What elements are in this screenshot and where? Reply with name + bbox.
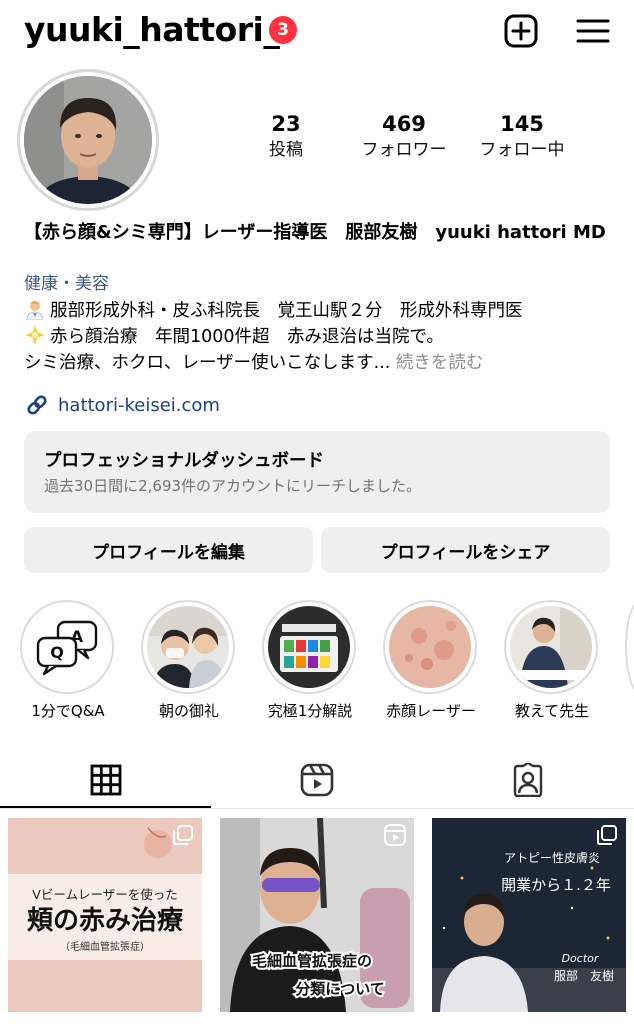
- link-icon: [24, 392, 50, 418]
- followers-count: 469: [382, 112, 426, 136]
- carousel-icon: [173, 825, 193, 845]
- grid-icon: [90, 764, 121, 796]
- bio-line-3-text: シミ治療、ホクロ、レーザー使いこなします...: [24, 353, 391, 373]
- post-2-line2: 分類について: [295, 980, 385, 998]
- post-1-line3: （毛細血管拡張症）: [60, 940, 150, 953]
- website-link[interactable]: hattori-keisei.com: [24, 392, 220, 418]
- highlight-red-face-laser[interactable]: 赤顔レーザー: [383, 600, 479, 720]
- highlight-thumbnail: [389, 606, 471, 688]
- highlight-ultimate[interactable]: 究極1分解説: [262, 600, 358, 720]
- post-2-line1: 毛細血管拡張症の: [252, 952, 372, 970]
- highlight-label: 赤顔レーザー: [386, 702, 476, 720]
- post-thumbnail-3[interactable]: アトピー性皮膚炎 開業から１.２年 Doctor 服部 友樹: [432, 818, 626, 1012]
- highlight-thumbnail: [510, 606, 592, 688]
- profile-header: yuuki_hattori_ 3: [0, 0, 634, 64]
- highlight-ring: [262, 600, 356, 694]
- avatar[interactable]: [24, 76, 152, 204]
- followers-stat[interactable]: 469 フォロワー: [344, 110, 464, 162]
- post-1-line2: 頬の赤み治療: [27, 906, 184, 936]
- highlight-ask-doctor[interactable]: 教えて先生: [504, 600, 600, 720]
- highlight-thumbnail: [268, 606, 350, 688]
- read-more-link[interactable]: 続きを読む: [396, 353, 484, 373]
- followers-label: フォロワー: [361, 140, 447, 160]
- highlight-ring: [383, 600, 477, 694]
- highlight-ring: A Q: [20, 600, 114, 694]
- post-thumbnail-1[interactable]: Vビームレーザーを使った 頬の赤み治療 （毛細血管拡張症）: [8, 818, 202, 1012]
- bio-line-2-text: 赤ら顔治療 年間1000件超 赤み退治は当院で。: [50, 327, 444, 347]
- bio-line-1-text: 服部形成外科・皮ふ科院長 覚王山駅２分 形成外科専門医: [50, 301, 523, 321]
- notification-badge[interactable]: 3: [269, 16, 297, 44]
- dashboard-title: プロフェッショナルダッシュボード: [44, 451, 324, 471]
- doctor-emoji-icon: [24, 298, 46, 321]
- tab-tagged[interactable]: [422, 752, 633, 808]
- highlight-ring: [504, 600, 598, 694]
- post-3-line1: アトピー性皮膚炎: [504, 850, 600, 865]
- highlight-partial[interactable]: [625, 600, 634, 694]
- profile-display-name: 【赤ら顔&シミ専門】レーザー指導医 服部友樹 yuuki hattori MD: [24, 222, 606, 243]
- reels-icon: [300, 763, 333, 797]
- following-stat[interactable]: 145 フォロー中: [462, 110, 582, 162]
- highlight-label: 教えて先生: [514, 702, 590, 720]
- following-count: 145: [500, 112, 544, 136]
- bio-line-1: 服部形成外科・皮ふ科院長 覚王山駅２分 形成外科専門医: [24, 298, 523, 324]
- profile-category[interactable]: 健康・美容: [24, 272, 109, 296]
- plus-square-icon[interactable]: [502, 12, 540, 50]
- carousel-icon: [597, 825, 617, 845]
- tab-divider: [0, 808, 634, 809]
- following-label: フォロー中: [479, 140, 565, 160]
- tab-posts-grid[interactable]: [0, 752, 211, 808]
- svg-text:Q: Q: [50, 643, 64, 662]
- tab-reels[interactable]: [211, 752, 422, 808]
- bio-line-3: シミ治療、ホクロ、レーザー使いこなします... 続きを読む: [24, 350, 483, 376]
- qa-chat-icon: A Q: [26, 606, 108, 688]
- posts-stat[interactable]: 23 投稿: [226, 110, 346, 162]
- highlight-label: 究極1分解説: [267, 702, 353, 720]
- reels-icon: [384, 824, 406, 846]
- highlight-thumbnail: [147, 606, 229, 688]
- sparkle-star-icon: [24, 324, 46, 346]
- edit-profile-button[interactable]: プロフィールを編集: [24, 527, 313, 573]
- website-link-text[interactable]: hattori-keisei.com: [58, 395, 220, 416]
- hamburger-menu-icon[interactable]: [574, 12, 612, 50]
- post-1-line1: Vビームレーザーを使った: [32, 887, 177, 902]
- post-3-line4: 服部 友樹: [554, 968, 614, 983]
- username[interactable]: yuuki_hattori_: [24, 10, 280, 49]
- tagged-person-icon: [513, 763, 542, 797]
- professional-dashboard-card[interactable]: プロフェッショナルダッシュボード 過去30日間に2,693件のアカウントにリーチ…: [24, 431, 610, 513]
- highlight-label: 1分でQ&A: [31, 702, 105, 720]
- posts-count: 23: [271, 112, 301, 136]
- post-3-line2: 開業から１.２年: [501, 876, 611, 894]
- bio-line-2: 赤ら顔治療 年間1000件超 赤み退治は当院で。: [24, 324, 444, 350]
- dashboard-subtitle: 過去30日間に2,693件のアカウントにリーチしました。: [44, 477, 422, 495]
- post-3-line3: Doctor: [562, 952, 600, 965]
- post-thumbnail-2[interactable]: 毛細血管拡張症の 分類について: [220, 818, 414, 1012]
- highlight-qa[interactable]: A Q 1分でQ&A: [20, 600, 116, 720]
- highlight-ring: [141, 600, 235, 694]
- posts-label: 投稿: [269, 140, 303, 160]
- highlight-label: 朝の御礼: [158, 702, 219, 720]
- highlight-morning[interactable]: 朝の御礼: [141, 600, 237, 720]
- share-profile-button[interactable]: プロフィールをシェア: [321, 527, 610, 573]
